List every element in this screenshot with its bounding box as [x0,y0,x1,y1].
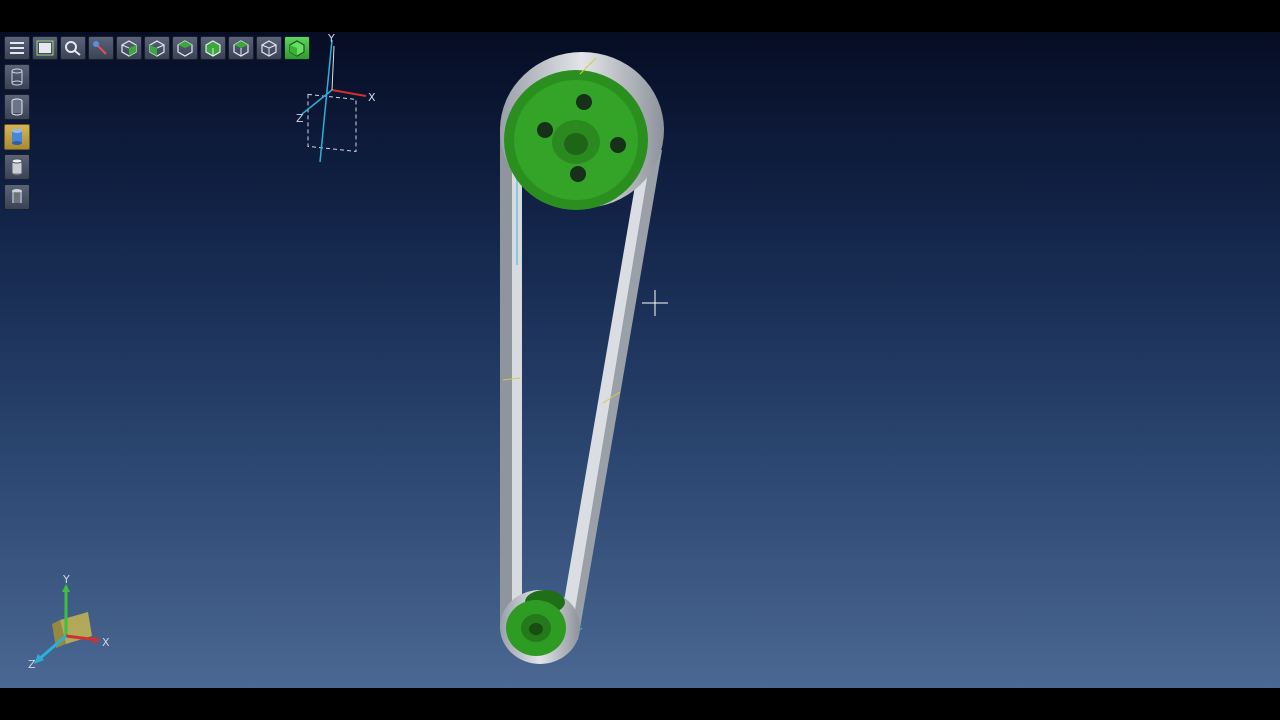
fit-view-button[interactable] [32,36,58,60]
cube-left-icon [177,40,193,57]
rotate-button[interactable] [88,36,114,60]
view-right-button[interactable] [200,36,226,60]
workplane-x-label: X [368,91,376,104]
small-pulley[interactable] [500,590,580,664]
letterbox-bottom [0,688,1280,720]
view-left-button[interactable] [172,36,198,60]
shading-shaded-button[interactable] [4,124,30,150]
view-front-button[interactable] [116,36,142,60]
rotate-icon [93,41,107,55]
zoom-icon [65,41,81,56]
menu-icon [10,42,24,54]
belt-right-strand[interactable] [558,150,662,641]
workplane-y-label: Y [327,32,335,45]
large-pulley-hole [537,122,553,138]
shading-texture-button[interactable] [4,184,30,210]
view-top-button[interactable] [228,36,254,60]
large-pulley-bore [564,133,588,155]
zoom-button[interactable] [60,36,86,60]
cursor-crosshair-icon [642,290,668,316]
view-iso-button[interactable] [284,36,310,60]
cylinder-hidden-icon [11,98,23,116]
cylinder-wire-icon [11,68,23,86]
fit-view-icon [36,40,54,56]
cube-right-icon [205,40,221,57]
workplane-z-label: Z [296,112,304,125]
shading-edges-button[interactable] [4,154,30,180]
cylinder-texture-icon [12,189,22,204]
shading-hidden-button[interactable] [4,94,30,120]
triad-x-label: X [102,636,110,649]
display-mode-toolbar [4,64,30,210]
cube-top-icon [233,40,249,57]
cube-iso-icon [289,40,305,57]
belt-drive-model[interactable]: X Y Z X Y Z [0,0,1280,720]
cube-bottom-icon [261,40,277,57]
cube-back-icon [149,40,165,57]
cylinder-shaded-icon [12,129,22,145]
cylinder-edges-icon [11,158,23,176]
large-pulley-hole [576,94,592,110]
triad-z-label: Z [28,658,36,671]
large-pulley-hole [610,137,626,153]
view-toolbar [4,36,310,60]
large-pulley-hole [570,166,586,182]
shading-wireframe-button[interactable] [4,64,30,90]
view-bottom-button[interactable] [256,36,282,60]
menu-button[interactable] [4,36,30,60]
triad-y-label: Y [62,573,70,586]
small-pulley-bore [529,623,543,635]
orientation-triad[interactable]: X Y Z [28,573,110,671]
belt-left-strand[interactable] [500,130,522,640]
view-back-button[interactable] [144,36,170,60]
cube-front-icon [121,40,137,57]
